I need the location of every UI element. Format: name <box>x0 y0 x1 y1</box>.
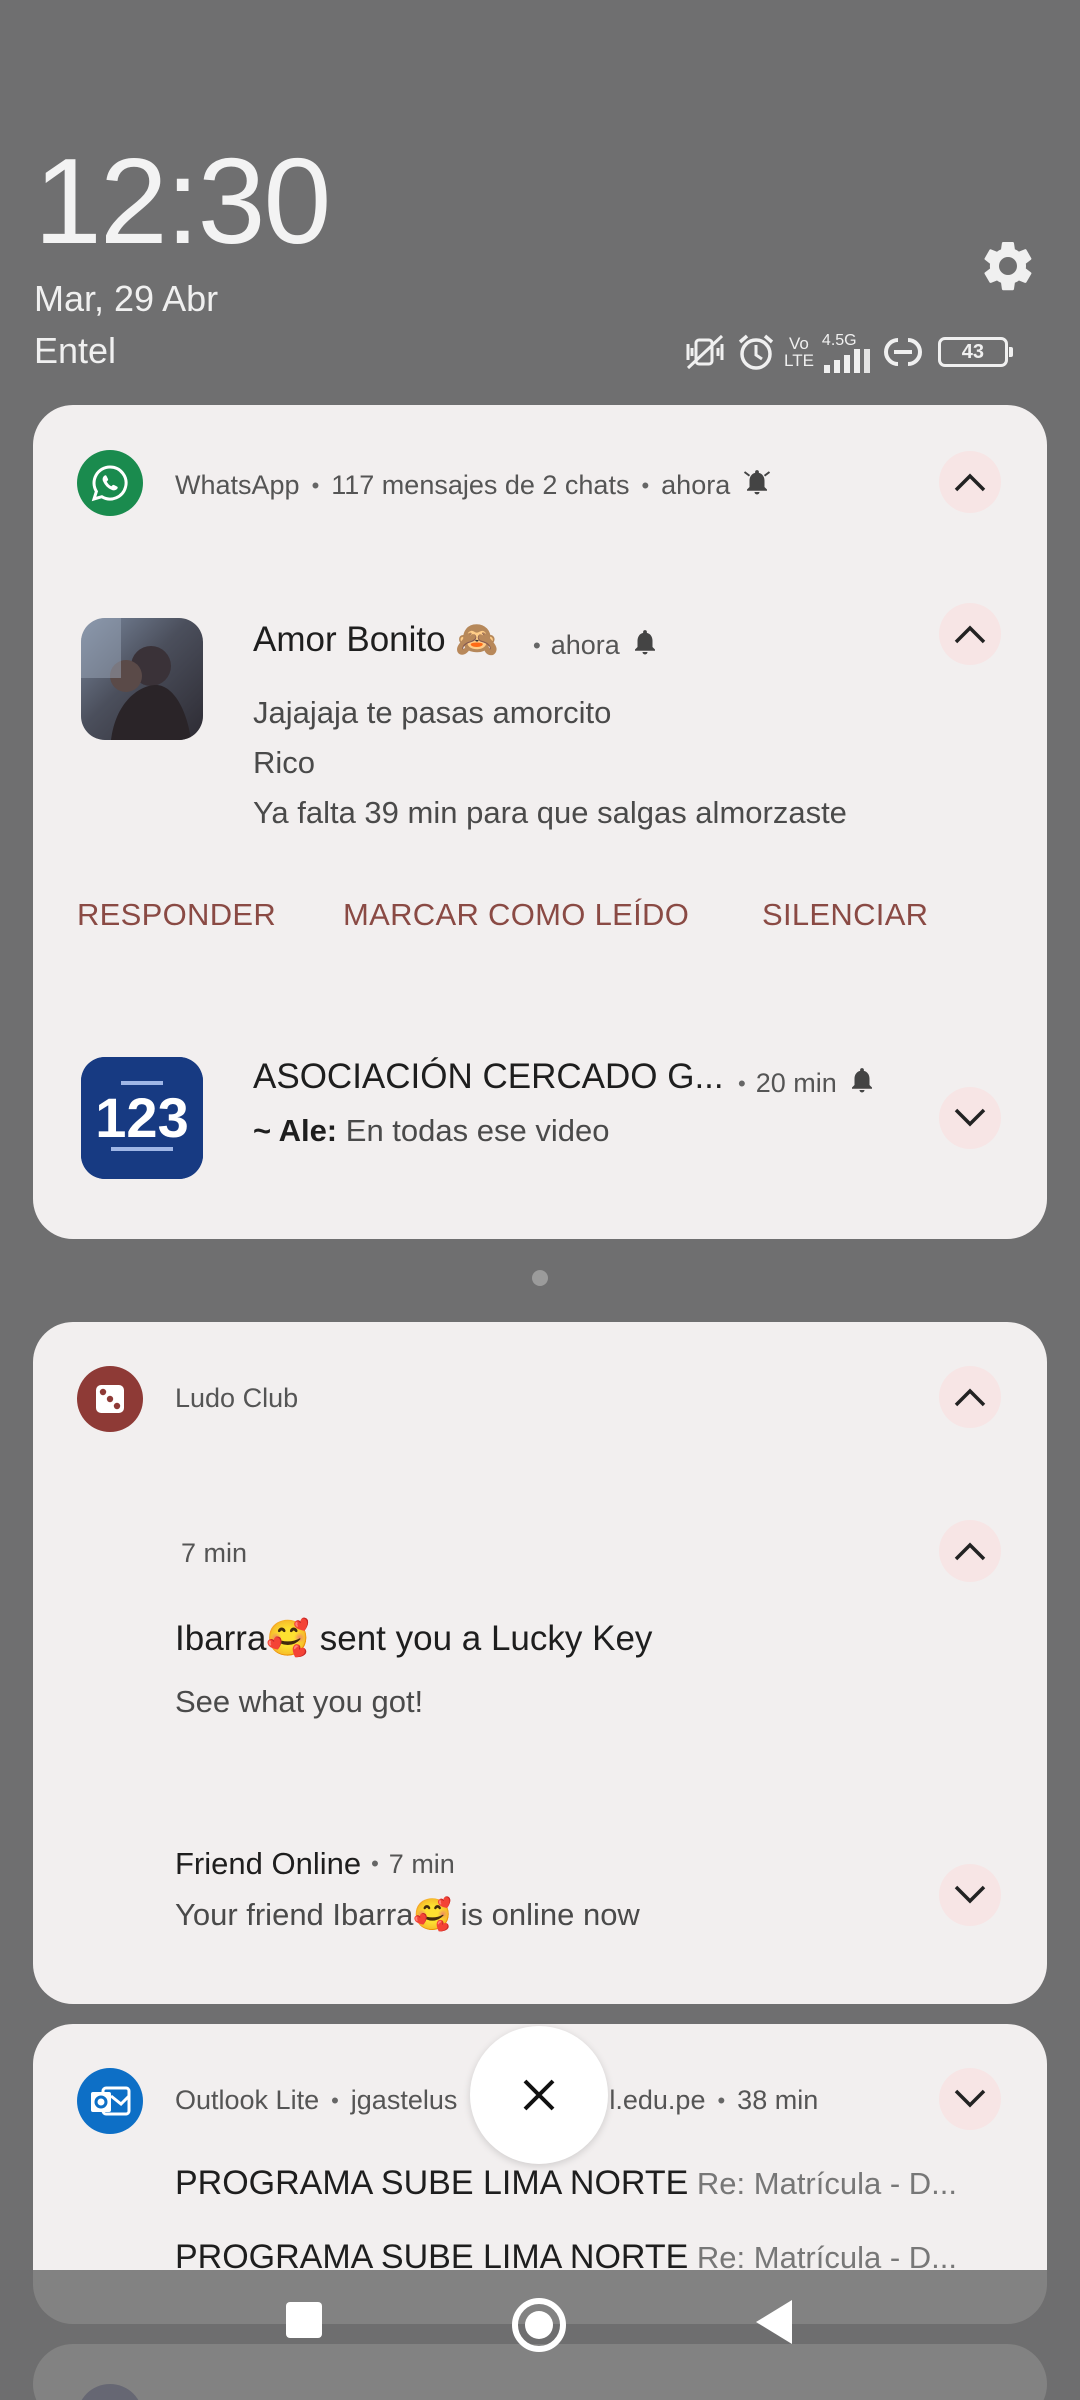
date[interactable]: Mar, 29 Abr <box>34 278 218 320</box>
whatsapp-icon <box>77 450 143 516</box>
recents-button[interactable] <box>282 2298 326 2347</box>
account-start: jgastelus <box>350 2085 458 2115</box>
message-line: Ya falta 39 min para que salgas almorzas… <box>253 795 847 830</box>
app-name: Outlook Lite <box>175 2085 320 2115</box>
message-line: Jajajaja te pasas amorcito <box>253 695 612 730</box>
message-text: En todas ese video <box>345 1113 610 1148</box>
close-icon <box>523 2079 555 2111</box>
notif-title: Friend Online <box>175 1846 362 1881</box>
home-button[interactable] <box>510 2296 568 2359</box>
outlook-icon <box>77 2068 143 2134</box>
bell-icon <box>847 1065 877 1102</box>
whatsapp-header: WhatsApp • 117 mensajes de 2 chats • aho… <box>175 467 772 504</box>
ludo-notification-group[interactable]: Ludo Club 7 min Ibarra🥰 sent you a Lucky… <box>33 1322 1047 2004</box>
expand-chat-button[interactable] <box>939 1087 1001 1149</box>
mute-button[interactable]: SILENCIAR <box>762 897 928 933</box>
whatsapp-notification-group[interactable]: WhatsApp • 117 mensajes de 2 chats • aho… <box>33 405 1047 1239</box>
group-meta: • 20 min <box>738 1065 877 1102</box>
svg-text:123: 123 <box>95 1086 188 1149</box>
summary-text: 117 mensajes de 2 chats <box>331 470 630 500</box>
link-sync-icon <box>880 334 926 370</box>
signal-icon: 4.5G <box>822 332 872 373</box>
contact-avatar <box>81 618 203 740</box>
battery-icon: 43 <box>937 337 1013 367</box>
dice-icon <box>77 1366 143 1432</box>
mark-read-button[interactable]: MARCAR COMO LEÍDO <box>343 897 689 933</box>
email-row[interactable]: PROGRAMA SUBE LIMA NORTE Re: Matrícula -… <box>175 2164 957 2203</box>
status-bar-icons: Vo LTE 4.5G 43 <box>682 330 1013 374</box>
sender-name: ~ Ale: <box>253 1113 338 1148</box>
group-message: ~ Ale: En todas ese video <box>253 1113 609 1149</box>
chat-meta: • ahora <box>533 627 660 664</box>
notif-time: 7 min <box>181 1538 248 1568</box>
group-avatar: 123 <box>81 1057 203 1179</box>
notif-body: See what you got! <box>175 1684 424 1719</box>
page-indicator <box>532 1270 548 1286</box>
app-name: WhatsApp <box>175 470 300 500</box>
clock[interactable]: 12:30 <box>34 140 331 262</box>
volte-icon: Vo LTE <box>784 334 814 370</box>
navigation-bar <box>0 2270 1080 2400</box>
collapse-group-button[interactable] <box>939 1366 1001 1428</box>
reply-button[interactable]: RESPONDER <box>77 897 276 933</box>
carrier-name: Entel <box>34 330 117 371</box>
bell-icon <box>742 467 772 504</box>
friend-online-header: Friend Online • 7 min <box>175 1846 455 1881</box>
account-end: l.edu.pe <box>609 2085 706 2115</box>
back-button[interactable] <box>752 2298 796 2351</box>
collapse-group-button[interactable] <box>939 451 1001 513</box>
clear-all-button[interactable] <box>470 2026 608 2164</box>
app-name: Ludo Club <box>175 1383 299 1413</box>
expand-notif-button[interactable] <box>939 1864 1001 1926</box>
email-subject: Re: Matrícula - D... <box>696 2166 958 2201</box>
group-time: 20 min <box>755 1068 837 1098</box>
bell-icon <box>630 627 660 664</box>
alarm-icon <box>736 332 776 372</box>
email-sender: PROGRAMA SUBE LIMA NORTE <box>175 2164 689 2202</box>
ludo-header: Ludo Club <box>175 1383 298 1414</box>
notif-body: Your friend Ibarra🥰 is online now <box>175 1897 640 1932</box>
outlook-time: 38 min <box>737 2085 819 2115</box>
group-title: ASOCIACIÓN CERCADO G... <box>253 1057 724 1096</box>
vibrate-off-icon <box>682 332 728 372</box>
chat-time: ahora <box>550 630 620 660</box>
collapse-chat-button[interactable] <box>939 603 1001 665</box>
expand-outlook-button[interactable] <box>939 2068 1001 2130</box>
chat-title: Amor Bonito 🙈 <box>253 620 499 659</box>
notif-time: 7 min <box>388 1848 455 1879</box>
settings-gear-icon[interactable] <box>978 236 1038 296</box>
header-time: ahora <box>661 470 731 500</box>
collapse-notif-button[interactable] <box>939 1520 1001 1582</box>
notif-title: Ibarra🥰 sent you a Lucky Key <box>175 1619 653 1658</box>
message-line: Rico <box>253 745 316 780</box>
